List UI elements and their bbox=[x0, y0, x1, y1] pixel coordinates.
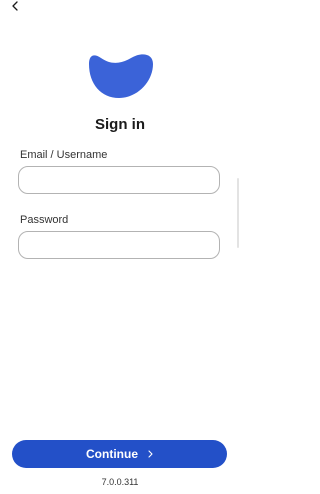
chevron-right-icon bbox=[148, 450, 153, 458]
scrollbar[interactable] bbox=[237, 178, 239, 248]
password-field[interactable] bbox=[18, 231, 220, 259]
password-label: Password bbox=[20, 214, 69, 226]
chevron-left-icon bbox=[12, 1, 18, 11]
version-text: 7.0.0.311 bbox=[101, 477, 139, 487]
email-field[interactable] bbox=[18, 166, 220, 194]
app-logo-icon bbox=[89, 54, 153, 98]
back-button[interactable] bbox=[8, 0, 22, 12]
page-title: Sign in bbox=[95, 116, 145, 133]
continue-button[interactable]: Continue bbox=[12, 440, 227, 468]
continue-button-label: Continue bbox=[86, 447, 138, 461]
email-label: Email / Username bbox=[20, 149, 108, 161]
